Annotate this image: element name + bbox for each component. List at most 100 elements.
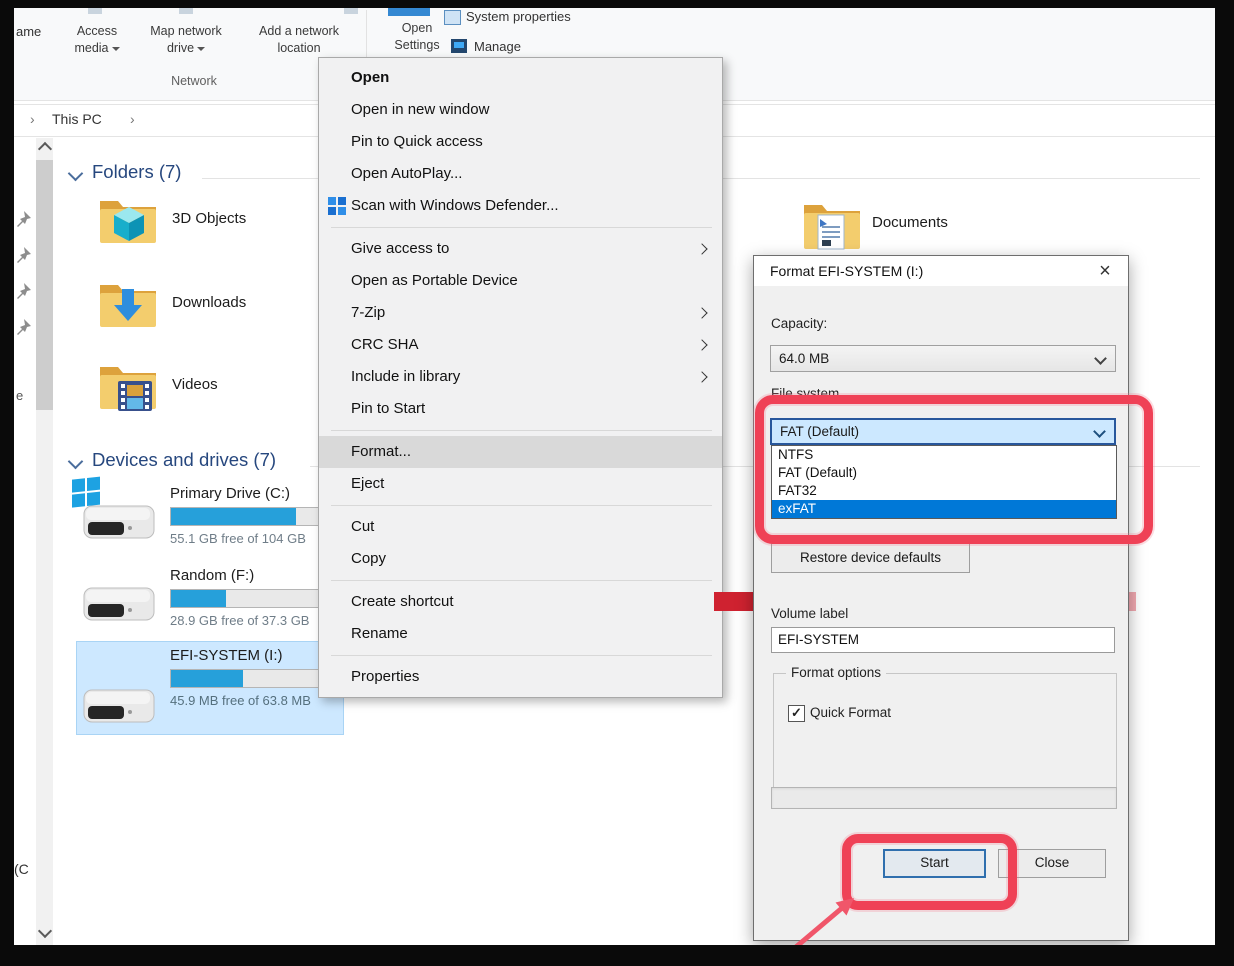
- add-location-line2: location: [240, 40, 358, 57]
- menu-item-include-library[interactable]: Include in library: [319, 361, 722, 393]
- menu-item-create-shortcut[interactable]: Create shortcut: [319, 586, 722, 618]
- dropdown-arrow-icon: [112, 47, 120, 51]
- menu-item-7zip[interactable]: 7-Zip: [319, 297, 722, 329]
- quick-format-checkbox[interactable]: ✓: [788, 705, 805, 722]
- breadcrumb[interactable]: This PC: [52, 111, 102, 127]
- format-options-legend: Format options: [786, 665, 886, 680]
- capacity-combobox[interactable]: 64.0 MB: [770, 345, 1116, 372]
- map-drive-line1: Map network: [134, 23, 238, 40]
- screenshot-frame: ame Access media Map network drive Add a…: [0, 0, 1234, 966]
- drives-group-header[interactable]: Devices and drives (7): [92, 449, 276, 471]
- folders-group-header[interactable]: Folders (7): [92, 161, 181, 183]
- menu-item-give-access[interactable]: Give access to: [319, 233, 722, 265]
- submenu-arrow-icon: [696, 339, 707, 350]
- folder-tile[interactable]: Videos: [172, 376, 218, 393]
- scroll-down-icon[interactable]: [38, 924, 52, 938]
- 3d-objects-folder-icon: [96, 191, 160, 249]
- menu-separator: [331, 505, 712, 506]
- nav-item-fragment: (C: [14, 861, 29, 877]
- drive-caption: 55.1 GB free of 104 GB: [170, 531, 306, 546]
- videos-folder-icon: [96, 357, 160, 415]
- collapse-chevron-icon[interactable]: [68, 454, 84, 470]
- cut-icon-fragment: [344, 8, 358, 14]
- restore-defaults-button[interactable]: Restore device defaults: [771, 543, 970, 573]
- quick-access-pin-icons: [15, 210, 33, 340]
- submenu-arrow-icon: [696, 307, 707, 318]
- capacity-value: 64.0 MB: [779, 351, 829, 366]
- drive-caption: 28.9 GB free of 37.3 GB: [170, 613, 309, 628]
- map-network-drive-button[interactable]: Map network drive: [134, 23, 238, 57]
- add-location-line1: Add a network: [240, 23, 358, 40]
- menu-item-pin-start[interactable]: Pin to Start: [319, 393, 722, 425]
- open-settings-line2: Settings: [382, 37, 452, 54]
- drive-icon: [78, 678, 160, 732]
- access-media-line1: Access: [60, 23, 134, 40]
- menu-item-open-autoplay[interactable]: Open AutoPlay...: [319, 158, 722, 190]
- system-properties-button[interactable]: System properties: [466, 9, 571, 24]
- drive-icon: [78, 576, 160, 630]
- ribbon-rename-fragment: ame: [16, 24, 41, 39]
- drive-tile-label[interactable]: Primary Drive (C:): [170, 485, 290, 502]
- windows-defender-icon: [328, 197, 346, 215]
- manage-icon: [451, 39, 467, 53]
- menu-item-eject[interactable]: Eject: [319, 468, 722, 500]
- volume-label: Volume label: [771, 606, 848, 621]
- close-icon[interactable]: ×: [1090, 257, 1120, 285]
- open-settings-line1: Open: [382, 20, 452, 37]
- dialog-title: Format EFI-SYSTEM (I:): [770, 263, 923, 279]
- manage-button[interactable]: Manage: [474, 39, 521, 54]
- access-media-button[interactable]: Access media: [60, 23, 134, 57]
- menu-item-open-new-window[interactable]: Open in new window: [319, 94, 722, 126]
- drive-usage-fill: [171, 508, 296, 525]
- menu-item-rename[interactable]: Rename: [319, 618, 722, 650]
- menu-item-pin-quick-access[interactable]: Pin to Quick access: [319, 126, 722, 158]
- menu-item-properties[interactable]: Properties: [319, 661, 722, 693]
- open-icon-fragment: [388, 8, 430, 16]
- folder-tile[interactable]: Downloads: [172, 294, 246, 311]
- cut-icon-fragment: [88, 8, 102, 14]
- ribbon-group-label: Network: [74, 74, 314, 88]
- add-network-location-button[interactable]: Add a network location: [240, 23, 358, 57]
- drive-tile-label[interactable]: EFI-SYSTEM (I:): [170, 647, 283, 664]
- scroll-up-icon[interactable]: [38, 142, 52, 156]
- menu-item-open[interactable]: Open: [319, 62, 722, 94]
- chevron-down-icon: [1094, 352, 1107, 365]
- drive-usage-fill: [171, 590, 226, 607]
- folder-tile[interactable]: Documents: [872, 214, 948, 231]
- scrollbar-thumb[interactable]: [36, 160, 53, 410]
- menu-item-crc-sha[interactable]: CRC SHA: [319, 329, 722, 361]
- menu-item-scan-defender[interactable]: Scan with Windows Defender...: [319, 190, 722, 222]
- downloads-folder-icon: [96, 275, 160, 333]
- folder-tile[interactable]: 3D Objects: [172, 210, 246, 227]
- dialog-titlebar[interactable]: Format EFI-SYSTEM (I:) ×: [754, 256, 1128, 286]
- menu-separator: [331, 430, 712, 431]
- nav-item-fragment: e: [16, 388, 23, 403]
- annotation-box-file-system: [755, 395, 1153, 544]
- drive-usage-fill: [171, 670, 243, 687]
- access-media-line2: media: [60, 40, 134, 57]
- menu-item-open-portable[interactable]: Open as Portable Device: [319, 265, 722, 297]
- nav-scrollbar[interactable]: [36, 138, 53, 945]
- format-progress-bar: [771, 787, 1117, 809]
- collapse-chevron-icon[interactable]: [68, 166, 84, 182]
- context-menu: Open Open in new window Pin to Quick acc…: [318, 57, 723, 698]
- breadcrumb-chevron-icon: ›: [130, 111, 135, 127]
- annotation-arrow-icon: [772, 884, 882, 945]
- menu-item-format[interactable]: Format...: [319, 436, 722, 468]
- cut-icon-fragment: [179, 8, 193, 14]
- submenu-arrow-icon: [696, 371, 707, 382]
- dropdown-arrow-icon: [197, 47, 205, 51]
- drive-caption: 45.9 MB free of 63.8 MB: [170, 693, 311, 708]
- open-settings-button[interactable]: Open Settings: [382, 20, 452, 54]
- menu-item-copy[interactable]: Copy: [319, 543, 722, 575]
- volume-label-input[interactable]: EFI-SYSTEM: [771, 627, 1115, 653]
- capacity-label: Capacity:: [771, 316, 827, 331]
- windows-logo-icon: [72, 476, 102, 509]
- drive-tile-label[interactable]: Random (F:): [170, 567, 254, 584]
- menu-item-cut[interactable]: Cut: [319, 511, 722, 543]
- menu-separator: [331, 227, 712, 228]
- checkbox-check-icon: ✓: [791, 705, 802, 720]
- map-drive-line2: drive: [134, 40, 238, 57]
- format-options-group: Format options ✓ Quick Format: [773, 673, 1117, 793]
- documents-folder-icon: [800, 195, 864, 255]
